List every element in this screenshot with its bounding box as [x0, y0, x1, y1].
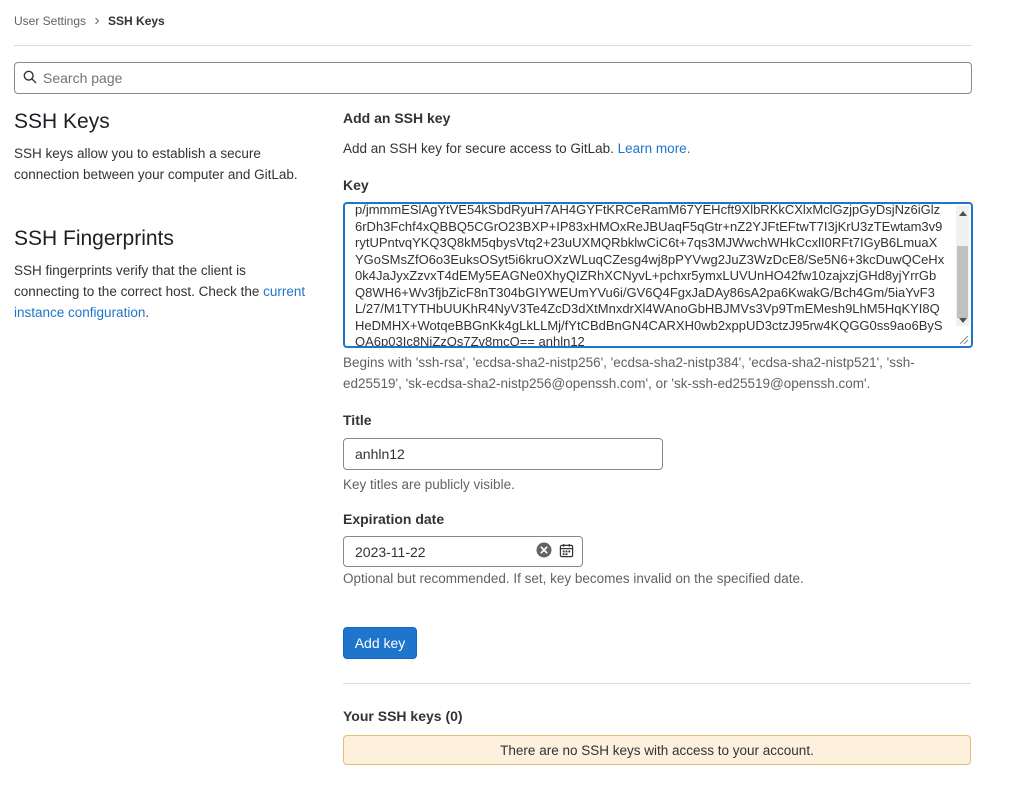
breadcrumb-current: SSH Keys — [108, 14, 165, 28]
add-ssh-key-heading: Add an SSH key — [343, 110, 451, 126]
title-label: Title — [343, 412, 372, 428]
settings-sidebar-description: SSH Keys SSH keys allow you to establish… — [14, 110, 314, 323]
section-divider — [343, 683, 971, 684]
empty-keys-message: There are no SSH keys with access to you… — [500, 742, 814, 758]
expiration-date-label: Expiration date — [343, 511, 445, 527]
fingerprints-suffix: . — [145, 305, 150, 320]
search-input[interactable] — [43, 70, 943, 86]
clear-icon[interactable] — [536, 542, 552, 561]
scroll-down-arrow-icon[interactable] — [959, 318, 967, 323]
title-input[interactable] — [343, 438, 663, 470]
breadcrumb-user-settings[interactable]: User Settings — [14, 14, 86, 28]
your-ssh-keys-heading: Your SSH keys (0) — [343, 708, 463, 724]
calendar-icon[interactable] — [559, 543, 574, 561]
ssh-keys-description: SSH keys allow you to establish a secure… — [14, 146, 298, 182]
ssh-fingerprints-heading: SSH Fingerprints — [14, 227, 174, 250]
search-box[interactable] — [14, 62, 972, 94]
ssh-fingerprints-description: SSH fingerprints verify that the client … — [14, 260, 314, 323]
search-icon — [23, 70, 37, 87]
ssh-keys-heading: SSH Keys — [14, 110, 110, 133]
scrollbar-thumb[interactable] — [957, 246, 968, 318]
fingerprints-text: SSH fingerprints verify that the client … — [14, 263, 260, 299]
add-key-button[interactable]: Add key — [343, 627, 417, 659]
breadcrumb: User Settings SSH Keys — [14, 14, 165, 28]
expiration-date-picker[interactable]: 2023-11-22 — [343, 536, 583, 567]
scroll-up-arrow-icon[interactable] — [959, 211, 967, 216]
header-divider — [14, 45, 972, 46]
empty-keys-alert: There are no SSH keys with access to you… — [343, 735, 971, 765]
textarea-scrollbar[interactable] — [956, 206, 969, 326]
chevron-right-icon — [93, 17, 101, 25]
expiration-help-text: Optional but recommended. If set, key be… — [343, 571, 804, 586]
title-help-text: Key titles are publicly visible. — [343, 477, 515, 492]
key-help-text: Begins with 'ssh-rsa', 'ecdsa-sha2-nistp… — [343, 355, 915, 391]
expiration-date-value[interactable]: 2023-11-22 — [355, 544, 536, 560]
key-textarea[interactable]: p/jmmmESlAgYtVE54kSbdRyuH7AH4GYFtKRCeRam… — [343, 202, 973, 348]
intro-text: Add an SSH key for secure access to GitL… — [343, 141, 614, 156]
add-ssh-key-intro: Add an SSH key for secure access to GitL… — [343, 138, 971, 159]
learn-more-link[interactable]: Learn more. — [618, 141, 691, 156]
key-textarea-content: p/jmmmESlAgYtVE54kSbdRyuH7AH4GYFtKRCeRam… — [355, 202, 945, 348]
resize-handle-icon[interactable] — [957, 332, 969, 345]
key-label: Key — [343, 177, 369, 193]
